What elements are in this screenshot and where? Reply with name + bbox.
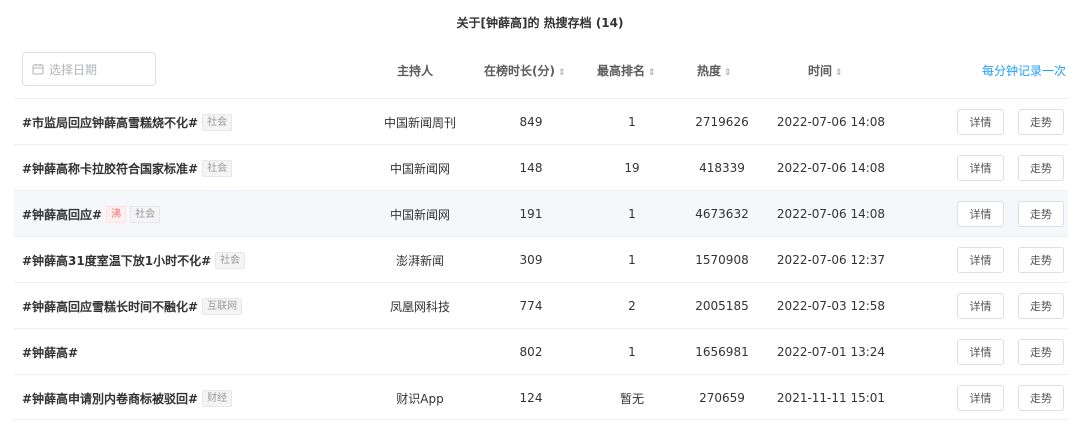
detail-button[interactable]: 详情 xyxy=(957,201,1004,227)
time-cell: 2021-11-11 15:01 xyxy=(776,391,886,405)
heat-cell: 2005185 xyxy=(695,299,749,313)
sort-icon[interactable]: ⇕ xyxy=(648,68,656,78)
host-cell: 中国新闻周刊 xyxy=(383,115,456,130)
hot-badge: 沸 xyxy=(106,205,127,223)
column-header-time[interactable]: 时间 ⇕ xyxy=(808,62,843,79)
time-cell: 2022-07-06 14:08 xyxy=(776,207,886,221)
hot-search-table: #市监局回应钟薛高雪糕烧不化# 社会 中国新闻周刊 849 1 2719626 2022-0… xyxy=(14,98,1068,420)
heat-cell: 1570908 xyxy=(695,253,749,267)
heat-cell: 1656981 xyxy=(695,345,749,359)
trend-button[interactable]: 走势 xyxy=(1018,201,1064,227)
column-header-time-label: 时间 xyxy=(808,64,833,78)
trend-button[interactable]: 走势 xyxy=(1018,293,1064,319)
trend-button[interactable]: 走势 xyxy=(1018,155,1064,181)
column-header-heat[interactable]: 热度 ⇕ xyxy=(697,62,732,79)
trend-button[interactable]: 走势 xyxy=(1018,247,1064,273)
rank-cell: 1 xyxy=(628,207,636,221)
time-cell: 2022-07-06 12:37 xyxy=(776,253,886,267)
heat-cell: 270659 xyxy=(699,391,745,405)
category-tag: 社会 xyxy=(130,205,161,223)
duration-cell: 849 xyxy=(519,115,543,129)
category-tag: 财经 xyxy=(202,389,233,407)
detail-button[interactable]: 详情 xyxy=(957,109,1004,135)
sort-icon[interactable]: ⇕ xyxy=(835,68,843,78)
rank-cell: 1 xyxy=(628,253,636,267)
topic-text[interactable]: #钟薛高称卡拉胶符合国家标准# xyxy=(22,160,198,177)
duration-cell: 124 xyxy=(519,391,543,405)
column-header-rank[interactable]: 最高排名 ⇕ xyxy=(597,62,656,79)
category-tag: 社会 xyxy=(215,251,246,269)
category-tag: 互联网 xyxy=(202,297,243,315)
column-header-host-label: 主持人 xyxy=(397,64,434,78)
host-cell: 财识App xyxy=(396,391,444,406)
topic-cell: #钟薛高称卡拉胶符合国家标准# 社会 xyxy=(22,145,233,191)
column-header-duration-label: 在榜时长(分) xyxy=(484,64,555,78)
heat-cell: 418339 xyxy=(699,161,745,175)
rank-cell: 1 xyxy=(628,115,636,129)
table-row: #市监局回应钟薛高雪糕烧不化# 社会 中国新闻周刊 849 1 2719626 2022-0… xyxy=(14,98,1068,144)
hot-search-archive-page: 关于[钟薛高]的 热搜存档 (14) 选择日期 主持人 在榜时长(分) ⇕ 最高排… xyxy=(0,0,1080,430)
record-frequency-link[interactable]: 每分钟记录一次 xyxy=(982,62,1066,79)
table-row: #钟薛高称卡拉胶符合国家标准# 社会 中国新闻网 148 19 418339 2022-07… xyxy=(14,144,1068,190)
column-header-host: 主持人 xyxy=(397,62,433,79)
detail-button[interactable]: 详情 xyxy=(957,293,1004,319)
detail-button[interactable]: 详情 xyxy=(957,155,1004,181)
topic-cell: #钟薛高回应# 沸社会 xyxy=(22,191,161,237)
sort-icon[interactable]: ⇕ xyxy=(724,68,732,78)
calendar-icon xyxy=(32,63,44,75)
topic-cell: #钟薛高回应雪糕长时间不融化# 互联网 xyxy=(22,283,243,329)
topic-text[interactable]: #钟薛高31度室温下放1小时不化# xyxy=(22,252,211,269)
trend-button[interactable]: 走势 xyxy=(1018,109,1064,135)
table-row: #钟薛高# 802 1 1656981 2022-07-01 13:24 详情 走势 xyxy=(14,328,1068,374)
time-cell: 2022-07-01 13:24 xyxy=(776,345,886,359)
host-cell: 中国新闻网 xyxy=(389,207,450,222)
column-header-heat-label: 热度 xyxy=(697,64,722,78)
topic-text[interactable]: #钟薛高回应雪糕长时间不融化# xyxy=(22,298,198,315)
topic-cell: #钟薛高申请別内卷商标被驳回# 财经 xyxy=(22,375,233,421)
rank-cell: 2 xyxy=(628,299,636,313)
trend-button[interactable]: 走势 xyxy=(1018,385,1064,411)
column-header-duration[interactable]: 在榜时长(分) ⇕ xyxy=(484,62,566,79)
rank-cell: 19 xyxy=(624,161,640,175)
rank-cell: 1 xyxy=(628,345,636,359)
duration-cell: 191 xyxy=(519,207,543,221)
host-cell: 中国新闻网 xyxy=(389,161,450,176)
rank-cell: 暂无 xyxy=(619,391,644,406)
table-header-bar: 选择日期 主持人 在榜时长(分) ⇕ 最高排名 ⇕ 热度 ⇕ 时间 ⇕ 每分钟记录一次 xyxy=(0,52,1080,88)
topic-text[interactable]: #市监局回应钟薛高雪糕烧不化# xyxy=(22,114,198,131)
detail-button[interactable]: 详情 xyxy=(957,385,1004,411)
topic-cell: #市监局回应钟薛高雪糕烧不化# 社会 xyxy=(22,99,233,145)
sort-icon[interactable]: ⇕ xyxy=(558,68,566,78)
topic-text[interactable]: #钟薛高回应# xyxy=(22,206,102,223)
table-row: #钟薛高申请別内卷商标被驳回# 财经 财识App 124 暂无 270659 2021-11… xyxy=(14,374,1068,420)
date-picker-placeholder: 选择日期 xyxy=(49,62,98,77)
heat-cell: 4673632 xyxy=(695,207,749,221)
heat-cell: 2719626 xyxy=(695,115,749,129)
time-cell: 2022-07-06 14:08 xyxy=(776,161,886,175)
category-tag: 社会 xyxy=(202,113,233,131)
duration-cell: 148 xyxy=(519,161,543,175)
table-row: #钟薛高回应# 沸社会 中国新闻网 191 1 4673632 2022-07-06 14:… xyxy=(14,190,1068,236)
date-picker-input[interactable]: 选择日期 xyxy=(22,52,156,86)
category-tag: 社会 xyxy=(202,159,233,177)
detail-button[interactable]: 详情 xyxy=(957,339,1004,365)
detail-button[interactable]: 详情 xyxy=(957,247,1004,273)
host-cell: 澎湃新闻 xyxy=(395,253,444,268)
duration-cell: 774 xyxy=(519,299,543,313)
page-title: 关于[钟薛高]的 热搜存档 (14) xyxy=(456,16,624,30)
column-header-rank-label: 最高排名 xyxy=(597,64,646,78)
trend-button[interactable]: 走势 xyxy=(1018,339,1064,365)
topic-text[interactable]: #钟薛高申请別内卷商标被驳回# xyxy=(22,390,198,407)
duration-cell: 309 xyxy=(519,253,543,267)
table-row: #钟薛高31度室温下放1小时不化# 社会 澎湃新闻 309 1 1570908 2022-0… xyxy=(14,236,1068,282)
time-cell: 2022-07-06 14:08 xyxy=(776,115,886,129)
table-row: #钟薛高回应雪糕长时间不融化# 互联网 凤凰网科技 774 2 2005185 2022-0… xyxy=(14,282,1068,328)
time-cell: 2022-07-03 12:58 xyxy=(776,299,886,313)
host-cell: 凤凰网科技 xyxy=(389,299,450,314)
topic-cell: #钟薛高31度室温下放1小时不化# 社会 xyxy=(22,237,246,283)
duration-cell: 802 xyxy=(519,345,543,359)
topic-text[interactable]: #钟薛高# xyxy=(22,344,78,361)
host-cell xyxy=(360,329,480,375)
topic-cell: #钟薛高# xyxy=(22,329,78,375)
